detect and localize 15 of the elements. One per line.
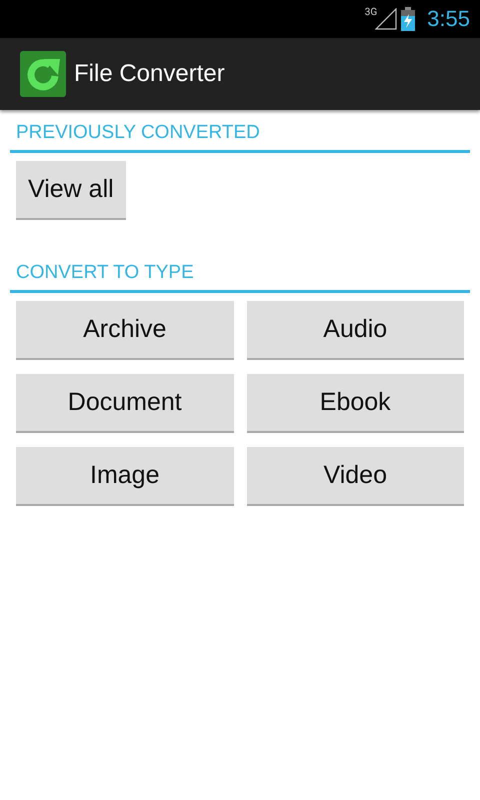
battery-icon: [401, 7, 416, 31]
signal-icon: [375, 8, 398, 30]
app-icon: [20, 51, 66, 97]
file-type-button[interactable]: Archive: [16, 301, 234, 360]
view-all-button[interactable]: View all: [16, 161, 126, 220]
file-type-button[interactable]: Video: [246, 447, 464, 506]
clock-time: 3:55: [427, 6, 470, 32]
file-type-button[interactable]: Ebook: [246, 374, 464, 433]
network-label: 3G: [364, 7, 378, 18]
section-header: PREVIOUSLY CONVERTED: [10, 122, 470, 153]
file-type-button[interactable]: Image: [16, 447, 234, 506]
file-type-button[interactable]: Audio: [246, 301, 464, 360]
file-type-button[interactable]: Document: [16, 374, 234, 433]
section-header: CONVERT TO TYPE: [10, 262, 470, 293]
app-title: File Converter: [74, 60, 225, 88]
